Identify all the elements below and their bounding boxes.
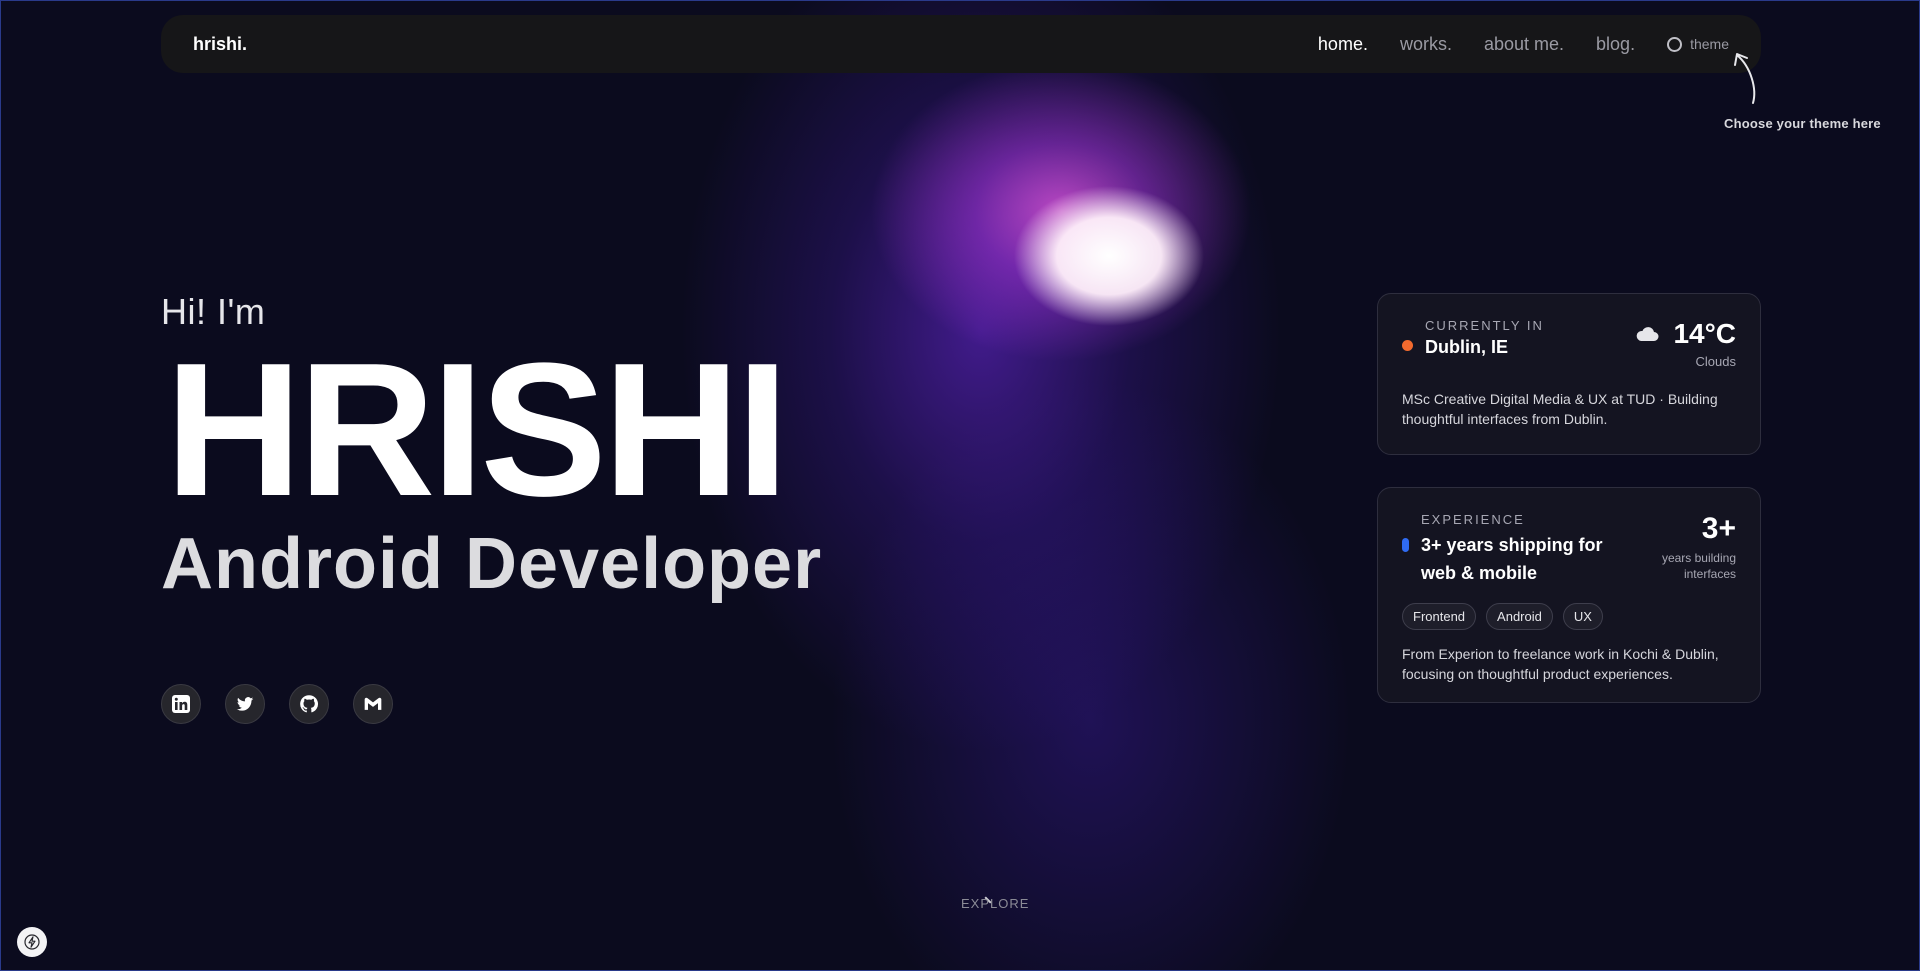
temperature: 14°C (1673, 318, 1736, 349)
cloud-icon (1637, 327, 1659, 341)
theme-button[interactable]: theme (1667, 36, 1729, 52)
twitter-button[interactable] (225, 684, 265, 724)
location-city: Dublin, IE (1425, 337, 1508, 357)
twitter-icon (236, 697, 254, 711)
experience-card: EXPERIENCE 3+ years shipping for web & m… (1377, 487, 1761, 703)
experience-indicator (1402, 538, 1409, 552)
tag-frontend: Frontend (1402, 603, 1477, 630)
skill-tags: Frontend Android UX (1402, 603, 1736, 630)
navbar: hrishi. home. works. about me. blog. the… (161, 15, 1761, 73)
curved-arrow-icon (1734, 53, 1756, 104)
experience-description: From Experion to freelance work in Kochi… (1402, 646, 1719, 682)
tag-ux: UX (1562, 603, 1603, 630)
hero-name: HRISHI (165, 324, 789, 536)
nav-link-about[interactable]: about me. (1484, 34, 1564, 55)
social-links (161, 684, 393, 724)
location-card: CURRENTLY IN Dublin, IE 14°C Clouds MSc … (1377, 293, 1761, 455)
tag-android: Android (1486, 603, 1553, 630)
experience-caption: years building interfaces (1661, 551, 1736, 581)
location-description: MSc Creative Digital Media & UX at TUD ·… (1402, 391, 1718, 427)
nav-link-blog[interactable]: blog. (1596, 34, 1635, 55)
github-button[interactable] (289, 684, 329, 724)
experience-title: 3+ years shipping for web & mobile (1421, 535, 1603, 583)
theme-circle-icon (1667, 36, 1683, 52)
status-dot (1402, 340, 1413, 351)
hero-role: Android Developer (161, 524, 823, 604)
brand-logo[interactable]: hrishi. (193, 34, 247, 55)
nav-link-home[interactable]: home. (1318, 34, 1368, 55)
theme-label: theme (1690, 36, 1729, 52)
linkedin-icon (172, 695, 190, 713)
experience-eyebrow: EXPERIENCE (1421, 512, 1525, 527)
weather-condition: Clouds (1695, 354, 1736, 369)
theme-hint-text: Choose your theme here (1724, 116, 1881, 131)
github-icon (300, 695, 319, 713)
hero: Hi! I'm HRISHI Android Developer (161, 291, 822, 605)
gmail-button[interactable] (353, 684, 393, 724)
nav-links: home. works. about me. blog. theme (1318, 34, 1729, 55)
explore-link[interactable]: EXPLORE (961, 896, 1029, 911)
bolt-button[interactable] (17, 927, 47, 957)
location-eyebrow: CURRENTLY IN (1425, 318, 1544, 333)
experience-number: 3+ (1701, 512, 1736, 545)
bolt-icon (24, 934, 40, 950)
nav-link-works[interactable]: works. (1400, 34, 1452, 55)
gmail-icon (364, 697, 382, 710)
linkedin-button[interactable] (161, 684, 201, 724)
